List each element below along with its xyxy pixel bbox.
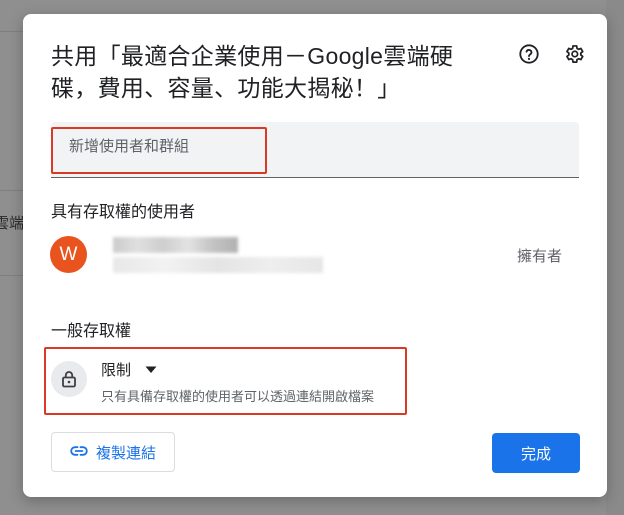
gear-icon[interactable] (562, 42, 586, 66)
general-access-heading: 一般存取權 (51, 323, 132, 340)
people-with-access-heading: 具有存取權的使用者 (51, 204, 196, 221)
lock-icon (51, 361, 87, 397)
access-level-dropdown[interactable]: 限制 (101, 359, 157, 380)
copy-link-label: 複製連結 (95, 444, 156, 462)
backdrop-right-edge (606, 0, 624, 515)
avatar: W (50, 236, 87, 273)
add-people-input[interactable] (69, 138, 369, 155)
access-level-label: 限制 (101, 362, 132, 379)
link-icon (70, 443, 88, 461)
access-description: 只有具備存取權的使用者可以透過連結開啟檔案 (101, 389, 375, 404)
redacted-user-name (113, 237, 238, 253)
share-dialog: 共用「最適合企業使用－Google雲端硬碟，費用、容量、功能大揭秘！」 具有存取… (23, 14, 607, 497)
backdrop-divider (0, 275, 24, 276)
caret-down-icon (145, 361, 157, 379)
owner-role-label: 擁有者 (517, 248, 563, 265)
redacted-user-email (113, 257, 323, 273)
backdrop-file-name: e雲端 (0, 215, 24, 232)
add-people-field[interactable] (51, 122, 579, 178)
done-button[interactable]: 完成 (492, 433, 580, 473)
dialog-title: 共用「最適合企業使用－Google雲端硬碟，費用、容量、功能大揭秘！」 (51, 43, 454, 101)
backdrop-divider (0, 31, 24, 32)
copy-link-button[interactable]: 複製連結 (51, 432, 175, 472)
help-circle-icon[interactable] (517, 42, 541, 66)
backdrop-divider (0, 190, 24, 191)
